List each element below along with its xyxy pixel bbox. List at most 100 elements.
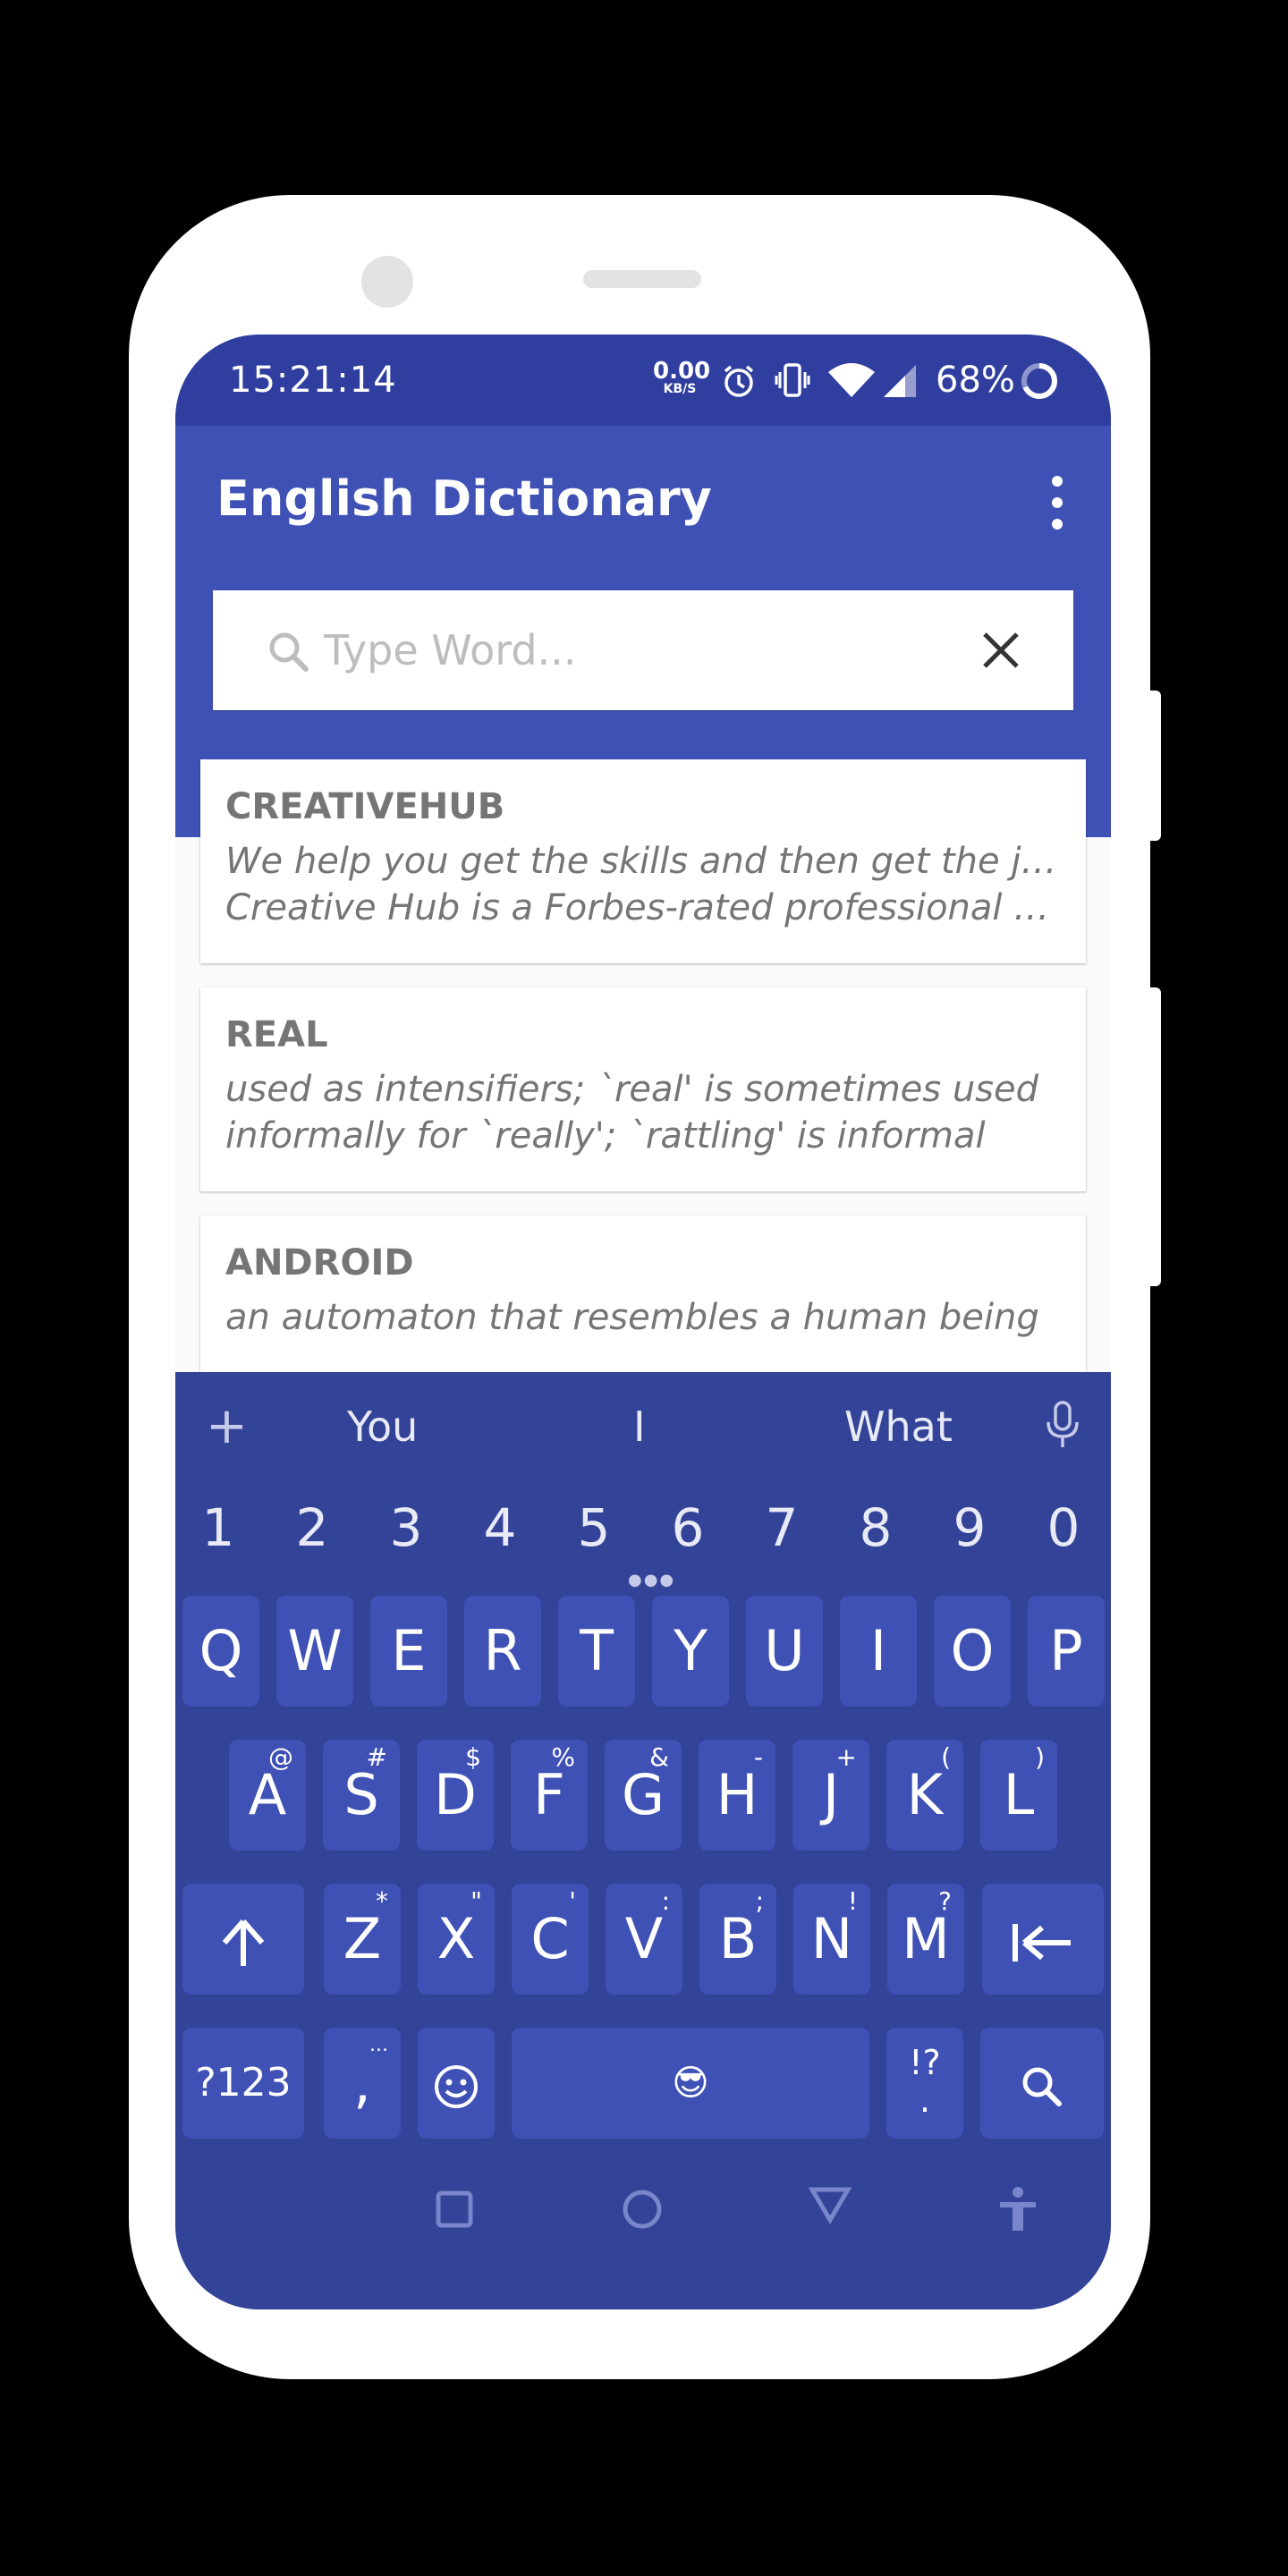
front-camera — [361, 256, 413, 308]
key-a[interactable]: A @ — [229, 1740, 306, 1851]
number-key-6[interactable]: 6 — [652, 1497, 724, 1558]
key-p[interactable]: P — [1028, 1596, 1105, 1707]
search-icon — [267, 630, 311, 678]
suggestion-you[interactable]: You — [347, 1402, 418, 1451]
space-key-emoji: 😎 — [672, 2063, 709, 2104]
key-y[interactable]: Y — [652, 1596, 729, 1707]
key-n[interactable]: N! — [793, 1884, 870, 1995]
key-i[interactable]: I — [840, 1596, 917, 1707]
close-icon[interactable] — [980, 630, 1021, 674]
key-h[interactable]: H- — [699, 1740, 775, 1851]
result-definition: Creative Hub is a Forbes-rated professio… — [225, 887, 1061, 928]
square-icon[interactable] — [433, 2188, 476, 2234]
phone-side-button-top — [1150, 691, 1161, 841]
key-label: O — [950, 1618, 995, 1683]
period-key[interactable]: !? . — [886, 2028, 963, 2139]
key-label: Y — [674, 1618, 708, 1683]
key-label: H — [716, 1762, 758, 1827]
mic-icon[interactable] — [1045, 1401, 1080, 1461]
symbols-key-label: ?123 — [195, 2060, 292, 2106]
key-label: L — [1003, 1762, 1035, 1827]
circle-icon[interactable] — [621, 2188, 664, 2234]
key-v[interactable]: V: — [606, 1884, 682, 1995]
key-alt-label: ' — [569, 1886, 576, 1916]
key-t[interactable]: T — [558, 1596, 635, 1707]
key-k[interactable]: K( — [886, 1740, 963, 1851]
key-alt-label: ! — [847, 1886, 858, 1916]
result-word: REAL — [225, 1014, 328, 1055]
network-speed: 0.00 KB/S — [653, 358, 711, 395]
key-u[interactable]: U — [746, 1596, 823, 1707]
accessibility-icon[interactable] — [996, 2186, 1039, 2236]
key-label: K — [906, 1762, 944, 1827]
triangle-icon[interactable] — [808, 2182, 852, 2229]
key-x[interactable]: X " — [418, 1884, 495, 1995]
battery-percent: 68% — [936, 360, 1015, 401]
key-label: T — [580, 1618, 614, 1683]
comma-key[interactable]: , ... — [324, 2028, 401, 2139]
space-key[interactable]: 😎 — [512, 2028, 869, 2139]
key-f[interactable]: F% — [511, 1740, 588, 1851]
key-alt-label: * — [376, 1886, 388, 1916]
number-key-8[interactable]: 8 — [840, 1497, 911, 1558]
key-alt-label: " — [470, 1886, 482, 1916]
number-key-4[interactable]: 4 — [464, 1497, 536, 1558]
wifi-icon — [826, 363, 877, 402]
search-input[interactable] — [324, 610, 950, 691]
key-s[interactable]: S # — [323, 1740, 400, 1851]
more-vert-icon[interactable] — [1052, 476, 1063, 530]
suggestion-what[interactable]: What — [844, 1402, 953, 1451]
search-key[interactable] — [980, 2028, 1104, 2139]
period-key-label: !? — [909, 2043, 941, 2082]
backspace-key[interactable] — [982, 1884, 1104, 1995]
result-definition: used as intensifiers; `real' is sometime… — [225, 1069, 1039, 1110]
number-key-1[interactable]: 1 — [182, 1497, 254, 1558]
search-icon — [1022, 2067, 1062, 2106]
key-label: C — [530, 1906, 570, 1971]
key-j[interactable]: J + — [792, 1740, 869, 1851]
key-label: N — [810, 1906, 853, 1971]
search-bar — [213, 590, 1073, 710]
key-e[interactable]: E — [370, 1596, 447, 1707]
key-o[interactable]: O — [934, 1596, 1011, 1707]
key-alt-label: $ — [465, 1742, 481, 1772]
result-card[interactable]: REAL used as intensifiers; `real' is som… — [200, 987, 1086, 1191]
number-key-7[interactable]: 7 — [746, 1497, 818, 1558]
navigation-bar — [175, 2174, 1111, 2309]
key-r[interactable]: R — [464, 1596, 541, 1707]
key-z[interactable]: Z * — [324, 1884, 401, 1995]
key-w[interactable]: W — [276, 1596, 353, 1707]
number-key-3[interactable]: 3 — [370, 1497, 442, 1558]
plus-icon[interactable]: + — [206, 1397, 248, 1455]
key-m[interactable]: M? — [887, 1884, 964, 1995]
number-key-2[interactable]: 2 — [276, 1497, 348, 1558]
key-q[interactable]: Q — [182, 1596, 259, 1707]
result-card[interactable]: CREATIVEHUB We help you get the skills a… — [200, 759, 1086, 963]
number-key-5[interactable]: 5 — [558, 1497, 630, 1558]
vibrate-icon — [775, 361, 810, 402]
key-c[interactable]: C ' — [512, 1884, 589, 1995]
key-alt-label: ) — [1035, 1742, 1045, 1772]
suggestion-strip: + You I What — [175, 1372, 1111, 1479]
suggestion-i[interactable]: I — [633, 1402, 646, 1451]
key-alt-label: ? — [938, 1886, 952, 1916]
key-label: I — [869, 1618, 887, 1683]
alarm-icon — [721, 363, 757, 402]
number-key-9[interactable]: 9 — [934, 1497, 1005, 1558]
period-key-sub: . — [919, 2080, 931, 2120]
key-d[interactable]: D $ — [417, 1740, 494, 1851]
key-alt-label: & — [649, 1742, 669, 1772]
number-key-0[interactable]: 0 — [1028, 1497, 1099, 1558]
status-time: 15:21:14 — [229, 360, 397, 401]
shift-key[interactable] — [182, 1884, 304, 1995]
key-alt-label: - — [753, 1742, 763, 1772]
network-speed-value: 0.00 — [653, 358, 711, 385]
symbols-key[interactable]: ?123 — [182, 2028, 304, 2139]
result-definition: We help you get the skills and then get … — [225, 841, 1061, 882]
key-alt-label: # — [366, 1742, 387, 1772]
result-word: ANDROID — [225, 1242, 414, 1284]
emoji-key[interactable] — [418, 2028, 495, 2139]
key-b[interactable]: B; — [699, 1884, 776, 1995]
key-g[interactable]: G & — [605, 1740, 682, 1851]
key-l[interactable]: L) — [980, 1740, 1057, 1851]
